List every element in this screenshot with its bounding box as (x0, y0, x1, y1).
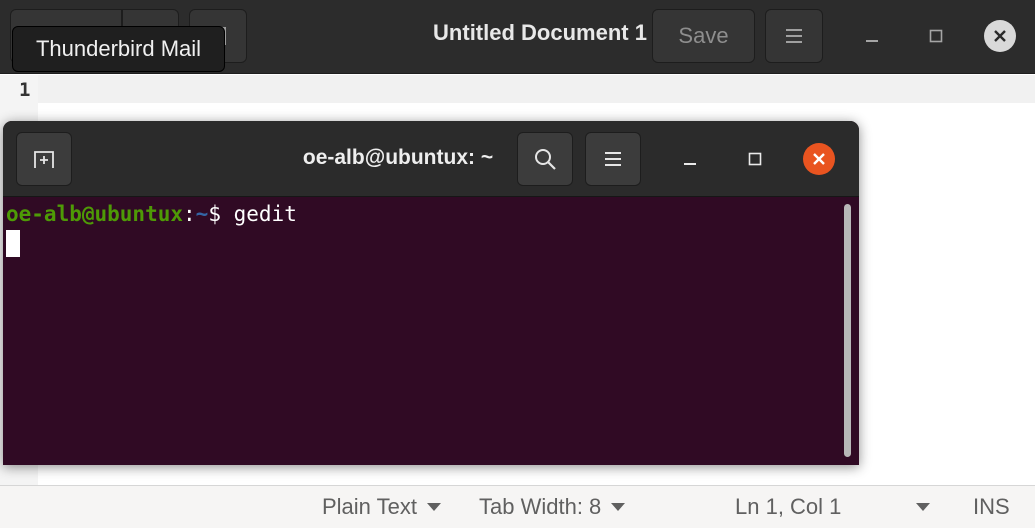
save-button[interactable]: Save (652, 9, 755, 63)
terminal-minimize-button[interactable] (674, 143, 706, 175)
prompt-symbol: $ (208, 202, 234, 226)
new-tab-icon (34, 151, 54, 168)
terminal-maximize-button[interactable] (739, 143, 771, 175)
gedit-menu-button[interactable] (765, 9, 823, 63)
tooltip: Thunderbird Mail (12, 26, 225, 72)
tab-width-label: Tab Width: 8 (479, 494, 602, 519)
chevron-down-icon (916, 503, 930, 511)
new-tab-button[interactable] (16, 132, 72, 186)
search-button[interactable] (517, 132, 573, 186)
language-label: Plain Text (322, 494, 417, 519)
minimize-icon (866, 40, 878, 42)
cursor-position[interactable]: Ln 1, Col 1 (735, 494, 841, 520)
insert-mode-indicator[interactable]: INS (973, 494, 1010, 520)
language-selector[interactable]: Plain Text (322, 494, 441, 520)
minimize-icon (684, 163, 696, 165)
chevron-down-icon (426, 503, 441, 511)
terminal-window: oe-alb@ubuntux: ~ oe-alb@ubuntux:~$ gedi… (3, 121, 859, 465)
close-icon (994, 30, 1006, 42)
close-icon (813, 153, 825, 165)
prompt-separator: : (183, 202, 196, 226)
prompt-path: ~ (195, 202, 209, 226)
gedit-maximize-button[interactable] (920, 20, 952, 52)
cursor-position-dropdown[interactable] (906, 503, 930, 511)
terminal-close-button[interactable] (803, 143, 835, 175)
maximize-icon (929, 29, 943, 43)
search-icon (535, 149, 556, 170)
prompt-user-host: oe-alb@ubuntux (6, 202, 184, 226)
prompt-line: oe-alb@ubuntux:~$ gedit (6, 200, 859, 228)
line-number: 1 (19, 79, 31, 101)
text-cursor (6, 230, 20, 257)
chevron-down-icon (611, 503, 626, 511)
current-line-highlight (0, 75, 1035, 103)
gedit-close-button[interactable] (984, 20, 1016, 52)
tab-width-selector[interactable]: Tab Width: 8 (479, 494, 626, 520)
hamburger-menu-icon (605, 152, 621, 166)
hamburger-menu-icon (786, 29, 802, 43)
command-text: gedit (233, 202, 297, 226)
terminal-header-bar: oe-alb@ubuntux: ~ (3, 121, 859, 197)
terminal-scrollbar[interactable] (844, 204, 851, 457)
terminal-output[interactable]: oe-alb@ubuntux:~$ gedit (3, 198, 859, 465)
gedit-minimize-button[interactable] (856, 20, 888, 52)
maximize-icon (748, 152, 762, 166)
terminal-menu-button[interactable] (585, 132, 641, 186)
status-bar: Plain Text Tab Width: 8 Ln 1, Col 1 INS (0, 485, 1035, 528)
cursor-position-label: Ln 1, Col 1 (735, 494, 842, 519)
